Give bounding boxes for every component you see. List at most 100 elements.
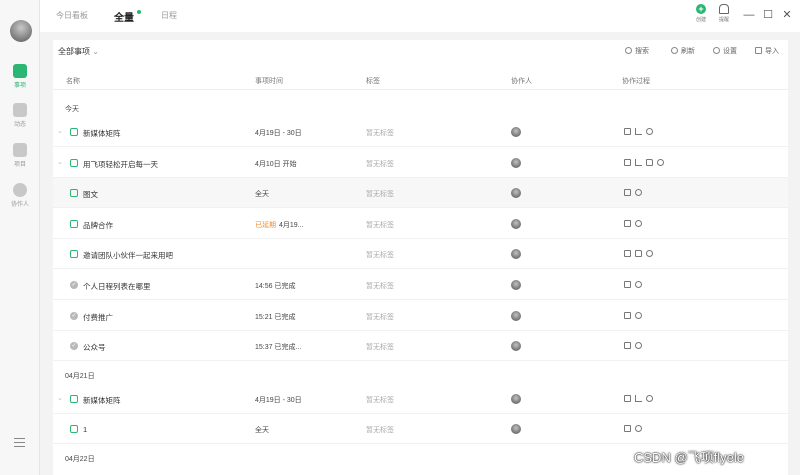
tab-all[interactable]: 全量: [114, 9, 134, 24]
column-collaborators[interactable]: 协作人: [511, 76, 532, 86]
user-avatar[interactable]: [10, 20, 32, 42]
chat-icon[interactable]: [635, 281, 642, 288]
maximize-button[interactable]: ☐: [762, 9, 774, 21]
doc-icon[interactable]: [624, 158, 631, 166]
table-row[interactable]: 邀请团队小伙伴一起来用吧 暂无标签: [53, 239, 788, 270]
task-tag[interactable]: 暂无标签: [366, 189, 394, 199]
doc-icon[interactable]: [624, 281, 631, 288]
collaborator-avatar[interactable]: [511, 310, 521, 321]
task-checkbox[interactable]: [70, 425, 78, 434]
collaborator-avatar[interactable]: [511, 157, 521, 168]
collaborator-avatar[interactable]: [511, 341, 521, 352]
search-button[interactable]: 搜索: [625, 46, 649, 56]
table-row[interactable]: 图文 全天 暂无标签: [53, 178, 788, 209]
filter-dropdown[interactable]: 全部事项 ⌄: [58, 46, 99, 57]
column-process[interactable]: 协作过程: [622, 76, 650, 86]
doc-icon[interactable]: [624, 342, 631, 350]
task-name[interactable]: 个人日程列表在哪里: [83, 281, 151, 292]
completed-check-icon[interactable]: ✓: [70, 311, 78, 320]
completed-check-icon[interactable]: ✓: [70, 342, 78, 351]
task-name[interactable]: 品牌合作: [83, 220, 113, 231]
sidebar-item-tasks[interactable]: 事项: [0, 60, 40, 94]
task-name[interactable]: 付费推广: [83, 312, 113, 323]
tab-today-board[interactable]: 今日看板: [56, 10, 88, 21]
task-tag[interactable]: 暂无标签: [366, 128, 394, 138]
collaborator-avatar[interactable]: [511, 393, 521, 404]
sidebar-item-collaborators[interactable]: 协作人: [0, 179, 40, 213]
table-row[interactable]: ⌄ 新媒体矩阵 4月19日 - 30日 暂无标签: [53, 384, 788, 414]
task-checkbox[interactable]: [70, 128, 78, 136]
task-tag[interactable]: 暂无标签: [366, 281, 394, 291]
reminder-button[interactable]: 提醒: [714, 4, 734, 23]
collaborator-avatar[interactable]: [511, 249, 521, 260]
task-tag[interactable]: 暂无标签: [366, 220, 394, 230]
column-time[interactable]: 事项时间: [255, 76, 283, 86]
chat-icon[interactable]: [646, 250, 653, 258]
task-name[interactable]: 新媒体矩阵: [83, 128, 121, 139]
doc-icon[interactable]: [624, 219, 631, 227]
collaborator-avatar[interactable]: [511, 188, 521, 199]
table-row[interactable]: ✓ 付费推广 15:21 已完成 暂无标签: [53, 301, 788, 331]
task-tag[interactable]: 暂无标签: [366, 425, 394, 435]
task-tag[interactable]: 暂无标签: [366, 159, 394, 169]
table-row[interactable]: ⌄ 用飞项轻松开启每一天 4月10日 开始 暂无标签: [53, 148, 788, 178]
refresh-button[interactable]: 刷新: [671, 46, 695, 56]
tree-icon[interactable]: [635, 128, 642, 135]
tree-icon[interactable]: [635, 394, 642, 402]
column-name[interactable]: 名称: [66, 76, 80, 86]
task-tag[interactable]: 暂无标签: [366, 342, 394, 352]
doc-icon[interactable]: [624, 394, 631, 402]
task-name[interactable]: 邀请团队小伙伴一起来用吧: [83, 250, 173, 261]
expand-arrow-icon[interactable]: ⌄: [57, 127, 63, 135]
table-row[interactable]: 品牌合作 已延期 4月19... 暂无标签: [53, 209, 788, 239]
chat-icon[interactable]: [635, 342, 642, 350]
task-name[interactable]: 公众号: [83, 342, 106, 353]
collaborator-avatar[interactable]: [511, 424, 521, 435]
task-checkbox[interactable]: [70, 250, 78, 259]
task-tag[interactable]: 暂无标签: [366, 312, 394, 322]
column-tags[interactable]: 标签: [366, 76, 380, 86]
task-tag[interactable]: 暂无标签: [366, 395, 394, 405]
chat-icon[interactable]: [646, 128, 653, 135]
table-row[interactable]: 1 全天 暂无标签: [53, 414, 788, 445]
expand-arrow-icon[interactable]: ⌄: [57, 158, 63, 166]
task-tag[interactable]: 暂无标签: [366, 250, 394, 260]
tree-icon[interactable]: [635, 158, 642, 166]
tab-schedule[interactable]: 日程: [161, 10, 177, 21]
collaborator-avatar[interactable]: [511, 280, 521, 290]
folder-icon[interactable]: [646, 158, 653, 166]
close-button[interactable]: ✕: [781, 9, 793, 21]
task-name[interactable]: 用飞项轻松开启每一天: [83, 159, 158, 170]
task-checkbox[interactable]: [70, 189, 78, 198]
sidebar-item-projects[interactable]: 项目: [0, 139, 40, 173]
task-checkbox[interactable]: [70, 219, 78, 228]
folder-icon[interactable]: [635, 250, 642, 258]
collaborator-avatar[interactable]: [511, 218, 521, 229]
completed-check-icon[interactable]: ✓: [70, 281, 78, 289]
doc-icon[interactable]: [624, 425, 631, 433]
hamburger-icon[interactable]: [14, 438, 25, 447]
table-row[interactable]: ⌄ 新媒体矩阵 4月19日 - 30日 暂无标签: [53, 117, 788, 147]
task-name[interactable]: 图文: [83, 189, 98, 200]
collaborator-avatar[interactable]: [511, 127, 521, 137]
doc-icon[interactable]: [624, 128, 631, 135]
expand-arrow-icon[interactable]: ⌄: [57, 394, 63, 402]
table-row[interactable]: ✓ 个人日程列表在哪里 14:56 已完成 暂无标签: [53, 270, 788, 300]
task-name[interactable]: 1: [83, 425, 87, 434]
chat-icon[interactable]: [635, 311, 642, 319]
sidebar-item-activity[interactable]: 动态: [0, 99, 40, 133]
task-checkbox[interactable]: [70, 158, 78, 167]
chat-icon[interactable]: [635, 425, 642, 433]
task-checkbox[interactable]: [70, 394, 78, 403]
chat-icon[interactable]: [646, 394, 653, 402]
doc-icon[interactable]: [624, 311, 631, 319]
settings-button[interactable]: 设置: [713, 46, 737, 56]
table-row[interactable]: ✓ 公众号 15:37 已完成... 暂无标签: [53, 331, 788, 362]
minimize-button[interactable]: —: [743, 9, 755, 21]
chat-icon[interactable]: [635, 189, 642, 197]
task-name[interactable]: 新媒体矩阵: [83, 395, 121, 406]
chat-icon[interactable]: [635, 219, 642, 227]
create-button[interactable]: + 创建: [691, 4, 711, 23]
import-button[interactable]: 导入: [755, 46, 779, 56]
doc-icon[interactable]: [624, 189, 631, 197]
